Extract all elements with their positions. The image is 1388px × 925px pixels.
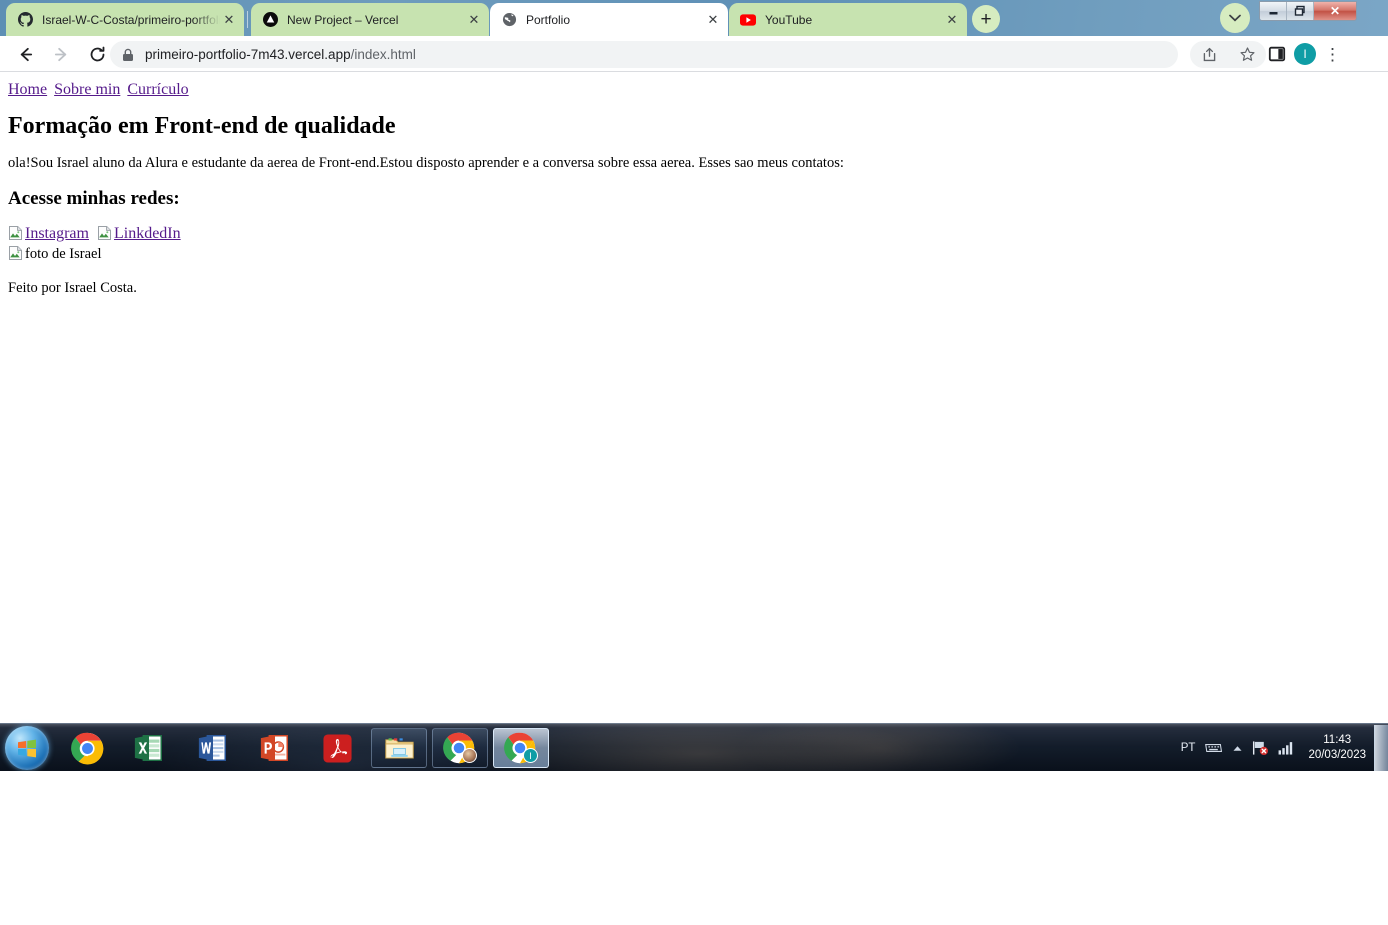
keyboard-icon[interactable] (1204, 741, 1223, 755)
taskbar-powerpoint-icon[interactable] (256, 729, 294, 767)
tab-close-icon[interactable]: ✕ (943, 11, 961, 29)
broken-image-icon (8, 245, 24, 261)
address-bar[interactable]: primeiro-portfolio-7m43.vercel.app/index… (110, 41, 1178, 68)
tab-strip: Israel-W-C-Costa/primeiro-portfolio ✕ Ne… (0, 0, 1388, 36)
youtube-icon (740, 12, 756, 28)
browser-tab-github[interactable]: Israel-W-C-Costa/primeiro-portfolio ✕ (6, 3, 244, 36)
social-link-instagram[interactable]: Instagram (8, 225, 89, 242)
page-footer: Feito por Israel Costa. (8, 280, 137, 297)
forward-button[interactable] (45, 38, 77, 70)
show-desktop-button[interactable] (1374, 725, 1388, 771)
minimize-icon (1269, 11, 1277, 14)
taskbar-acrobat-icon[interactable] (318, 729, 356, 767)
clock[interactable]: 11:43 20/03/2023 (1308, 733, 1366, 763)
back-button[interactable] (9, 38, 41, 70)
profile-photo-row: foto de Israel (8, 244, 1380, 264)
reload-icon (90, 46, 104, 61)
system-tray: PT 11:43 20/03/2023 (1181, 724, 1366, 772)
arrow-left-icon (20, 47, 32, 61)
share-icon[interactable] (1201, 46, 1218, 63)
acrobat-icon (322, 733, 352, 763)
taskbar-chrome-icon[interactable] (68, 729, 106, 767)
taskbar-word-icon[interactable] (194, 729, 232, 767)
social-link-label: Instagram (25, 225, 89, 243)
new-tab-label: + (980, 8, 992, 30)
show-hidden-icons-button[interactable] (1232, 744, 1243, 753)
broken-image-icon (8, 225, 24, 241)
tab-close-icon[interactable]: ✕ (465, 11, 483, 29)
clock-date: 20/03/2023 (1308, 749, 1366, 761)
taskbar-excel-icon[interactable] (130, 729, 168, 767)
browser-tab-portfolio[interactable]: Portfolio ✕ (490, 3, 728, 36)
tab-title: YouTube (765, 12, 813, 27)
page-title: Formação em Front-end de qualidade (8, 113, 396, 140)
tab-title: New Project – Vercel (287, 12, 399, 27)
social-links-row: Instagram LinkdedIn (8, 224, 1380, 243)
profile-badge-photo (462, 748, 477, 763)
taskbar-window-chrome-2[interactable]: I (493, 728, 549, 768)
tab-search-button[interactable] (1220, 3, 1250, 33)
social-link-label: LinkdedIn (113, 225, 181, 243)
browser-tab-vercel[interactable]: New Project – Vercel ✕ (251, 3, 489, 36)
nav-link-home[interactable]: Home (8, 81, 47, 98)
close-icon: ✕ (1329, 4, 1341, 18)
address-bar-url: primeiro-portfolio-7m43.vercel.app/index… (145, 47, 416, 62)
lock-icon (123, 48, 133, 61)
excel-icon (134, 735, 162, 761)
page-viewport: Home Sobre min Currículo Formação em Fro… (0, 72, 1388, 723)
profile-badge-initial: I (523, 748, 538, 763)
reload-button[interactable] (81, 38, 113, 70)
tab-title: Israel-W-C-Costa/primeiro-portfolio (42, 12, 220, 27)
social-link-linkedin[interactable]: LinkdedIn (97, 225, 181, 242)
tab-separator (247, 11, 248, 28)
tab-title: Portfolio (526, 12, 571, 27)
url-path: /index.html (350, 47, 416, 62)
page-intro-paragraph: ola!Sou Israel aluno da Alura e estudant… (8, 154, 844, 171)
globe-icon (501, 12, 517, 28)
profile-photo-alt: foto de Israel (25, 246, 102, 263)
url-domain: primeiro-portfolio-7m43.vercel.app (145, 47, 351, 62)
window-close-button[interactable]: ✕ (1314, 2, 1356, 20)
arrow-right-icon (54, 47, 66, 61)
explorer-icon (384, 738, 414, 759)
windows-taskbar: I PT 11:43 20/03/2023 (0, 723, 1388, 771)
side-panel-icon[interactable] (1268, 45, 1286, 63)
profile-avatar[interactable]: I (1294, 43, 1316, 65)
chrome-icon (70, 732, 103, 764)
language-indicator[interactable]: PT (1181, 742, 1196, 754)
browser-menu-button[interactable]: ⋮ (1324, 46, 1341, 63)
powerpoint-icon (260, 735, 288, 761)
nav-link-sobre-min[interactable]: Sobre min (54, 81, 120, 98)
github-icon (17, 12, 33, 28)
nav-link-curriculo[interactable]: Currículo (127, 81, 188, 98)
window-minimize-button[interactable] (1260, 2, 1287, 20)
clock-time: 11:43 (1323, 734, 1352, 746)
omnibox-actions (1190, 41, 1266, 68)
word-icon (198, 735, 226, 761)
restore-icon (1294, 5, 1305, 16)
network-error-icon[interactable] (1252, 740, 1269, 756)
tab-close-icon[interactable]: ✕ (220, 11, 238, 29)
broken-image-icon (97, 225, 113, 241)
tab-close-icon[interactable]: ✕ (704, 11, 722, 29)
taskbar-window-explorer[interactable] (371, 728, 427, 768)
windows-logo-icon (18, 739, 36, 758)
vercel-icon (262, 12, 278, 28)
browser-tab-youtube[interactable]: YouTube ✕ (729, 3, 967, 36)
profile-initial: I (1303, 47, 1307, 61)
new-tab-button[interactable]: + (972, 5, 1000, 33)
browser-toolbar: primeiro-portfolio-7m43.vercel.app/index… (0, 36, 1388, 72)
page-whitespace-below (0, 771, 1388, 925)
window-restore-button[interactable] (1287, 2, 1314, 20)
star-icon[interactable] (1239, 46, 1256, 63)
signal-bars-icon[interactable] (1278, 741, 1295, 755)
taskbar-window-chrome-1[interactable] (432, 728, 488, 768)
window-caption-buttons: ✕ (1259, 1, 1357, 21)
site-nav: Home Sobre min Currículo (8, 80, 1380, 99)
toolbar-right-actions: I ⋮ (1268, 40, 1341, 68)
browser-window: Israel-W-C-Costa/primeiro-portfolio ✕ Ne… (0, 0, 1388, 723)
page-subheading: Acesse minhas redes: (8, 188, 180, 210)
chevron-down-icon (1229, 14, 1241, 22)
start-button[interactable] (5, 726, 49, 770)
